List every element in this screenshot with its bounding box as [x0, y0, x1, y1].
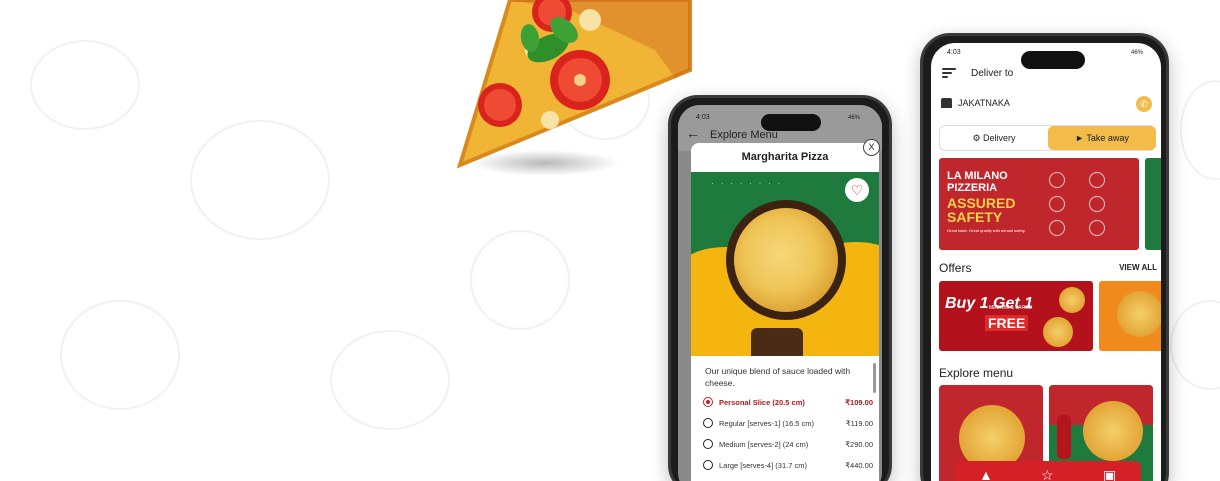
- size-option[interactable]: Medium [serves-2] (24 cm) ₹290.00: [703, 438, 873, 452]
- radio-selected[interactable]: [703, 397, 713, 407]
- slice-shadow: [470, 150, 620, 176]
- radio[interactable]: [703, 418, 713, 428]
- delivery-icon: ⚙: [972, 133, 981, 143]
- phone-item-detail: 4:03 46% ← Explore Menu Margharita Pizza…: [668, 95, 892, 481]
- view-all-link[interactable]: VIEW ALL: [1119, 263, 1157, 272]
- promo-banner[interactable]: LA MILANO PIZZERIA ASSURED SAFETY Great …: [939, 158, 1139, 250]
- offer-card[interactable]: Buy 1 Get 1 MEDIUM & LARGE FREE: [939, 281, 1093, 351]
- safety-icons: [1039, 168, 1131, 238]
- bg-doodle: [190, 120, 330, 240]
- takeaway-label: Take away: [1086, 133, 1129, 143]
- menu-icon[interactable]: [942, 68, 956, 78]
- location-name: JAKATNAKA: [958, 98, 1010, 108]
- order-type-toggle: ⚙ Delivery ► Take away: [939, 125, 1156, 151]
- takeaway-icon: ►: [1075, 133, 1085, 143]
- radio[interactable]: [703, 439, 713, 449]
- banner-line: PIZZERIA: [947, 182, 998, 194]
- offer-card[interactable]: [1099, 281, 1161, 351]
- option-label: Medium [serves-2] (24 cm): [719, 440, 809, 449]
- radio[interactable]: [703, 460, 713, 470]
- store-icon: [941, 98, 952, 108]
- back-arrow-icon[interactable]: ←: [686, 125, 700, 141]
- bg-doodle: [1170, 300, 1220, 390]
- dynamic-island: [1021, 51, 1085, 69]
- banner-dots: · · · · · · · ·: [711, 178, 783, 188]
- cart-icon[interactable]: ▣: [1103, 467, 1116, 481]
- size-option[interactable]: Large [serves-4] (31.7 cm) ₹440.00: [703, 459, 873, 473]
- bottom-nav: ▲ ☆ ▣: [955, 461, 1141, 481]
- offer-sub: MEDIUM & LARGE: [989, 305, 1033, 311]
- pizza-icon[interactable]: ▲: [979, 467, 993, 481]
- close-icon[interactable]: X: [863, 139, 880, 156]
- phone-home: 4:03 46% Deliver to JAKATNAKA ✆ ⚙ Delive…: [920, 33, 1169, 481]
- pizza-image: [1043, 317, 1073, 347]
- status-battery: 46%: [848, 115, 861, 121]
- status-time: 4:03: [696, 114, 710, 121]
- deliver-to-label: Deliver to: [971, 68, 1014, 79]
- bg-doodle: [30, 40, 140, 130]
- promo-banner-next[interactable]: [1145, 158, 1161, 250]
- pan-handle: [751, 328, 803, 356]
- pizza-slice-illustration: [440, 0, 700, 190]
- item-detail-screen: 4:03 46% ← Explore Menu Margharita Pizza…: [678, 105, 882, 481]
- item-sheet: Margharita Pizza · · · · · · · · ♡ Our u…: [691, 143, 879, 481]
- bg-doodle: [470, 230, 570, 330]
- banner-brand: LA MILANO PIZZERIA: [947, 170, 1008, 194]
- delivery-label: Delivery: [983, 133, 1016, 143]
- size-option[interactable]: Regular [serves-1] (16.5 cm) ₹119.00: [703, 417, 873, 431]
- delivery-tab[interactable]: ⚙ Delivery: [940, 126, 1048, 150]
- offer-free: FREE: [985, 315, 1029, 331]
- item-image: · · · · · · · · ♡: [691, 172, 879, 356]
- explore-menu-title: Explore menu: [939, 366, 1014, 380]
- bg-doodle: [1180, 80, 1220, 180]
- banner-line: LA MILANO: [947, 170, 1008, 182]
- pizza-image: [734, 208, 838, 312]
- status-time: 4:03: [947, 49, 961, 56]
- banner-line: SAFETY: [947, 209, 1003, 225]
- scrollbar[interactable]: [873, 363, 876, 393]
- pizza-image: [1059, 287, 1085, 313]
- takeaway-tab[interactable]: ► Take away: [1048, 126, 1156, 150]
- pizza-image: [1117, 291, 1161, 337]
- option-price: ₹290.00: [845, 440, 873, 449]
- option-label: Large [serves-4] (31.7 cm): [719, 461, 807, 470]
- bg-doodle: [60, 300, 180, 410]
- drink-image: [1057, 415, 1071, 459]
- dynamic-island: [761, 114, 821, 131]
- item-title: Margharita Pizza: [741, 151, 829, 163]
- star-icon[interactable]: ☆: [1041, 467, 1054, 481]
- option-price: ₹109.00: [845, 398, 873, 407]
- option-price: ₹119.00: [845, 419, 873, 428]
- size-option[interactable]: Personal Slice (20.5 cm) ₹109.00: [703, 396, 873, 410]
- status-battery: 46%: [1131, 50, 1144, 56]
- pizza-image: [1083, 401, 1143, 461]
- item-description: Our unique blend of sauce loaded with ch…: [705, 366, 851, 388]
- offers-title: Offers: [939, 261, 972, 275]
- heart-icon[interactable]: ♡: [845, 178, 869, 202]
- bg-doodle: [330, 330, 450, 430]
- phone-icon[interactable]: ✆: [1136, 96, 1152, 112]
- option-price: ₹440.00: [845, 461, 873, 470]
- option-label: Personal Slice (20.5 cm): [719, 398, 805, 407]
- home-screen: 4:03 46% Deliver to JAKATNAKA ✆ ⚙ Delive…: [931, 43, 1161, 481]
- banner-tagline: Great taste. Great quality with utmost s…: [947, 228, 1026, 233]
- option-label: Regular [serves-1] (16.5 cm): [719, 419, 815, 428]
- banner-headline: ASSURED SAFETY: [947, 196, 1015, 224]
